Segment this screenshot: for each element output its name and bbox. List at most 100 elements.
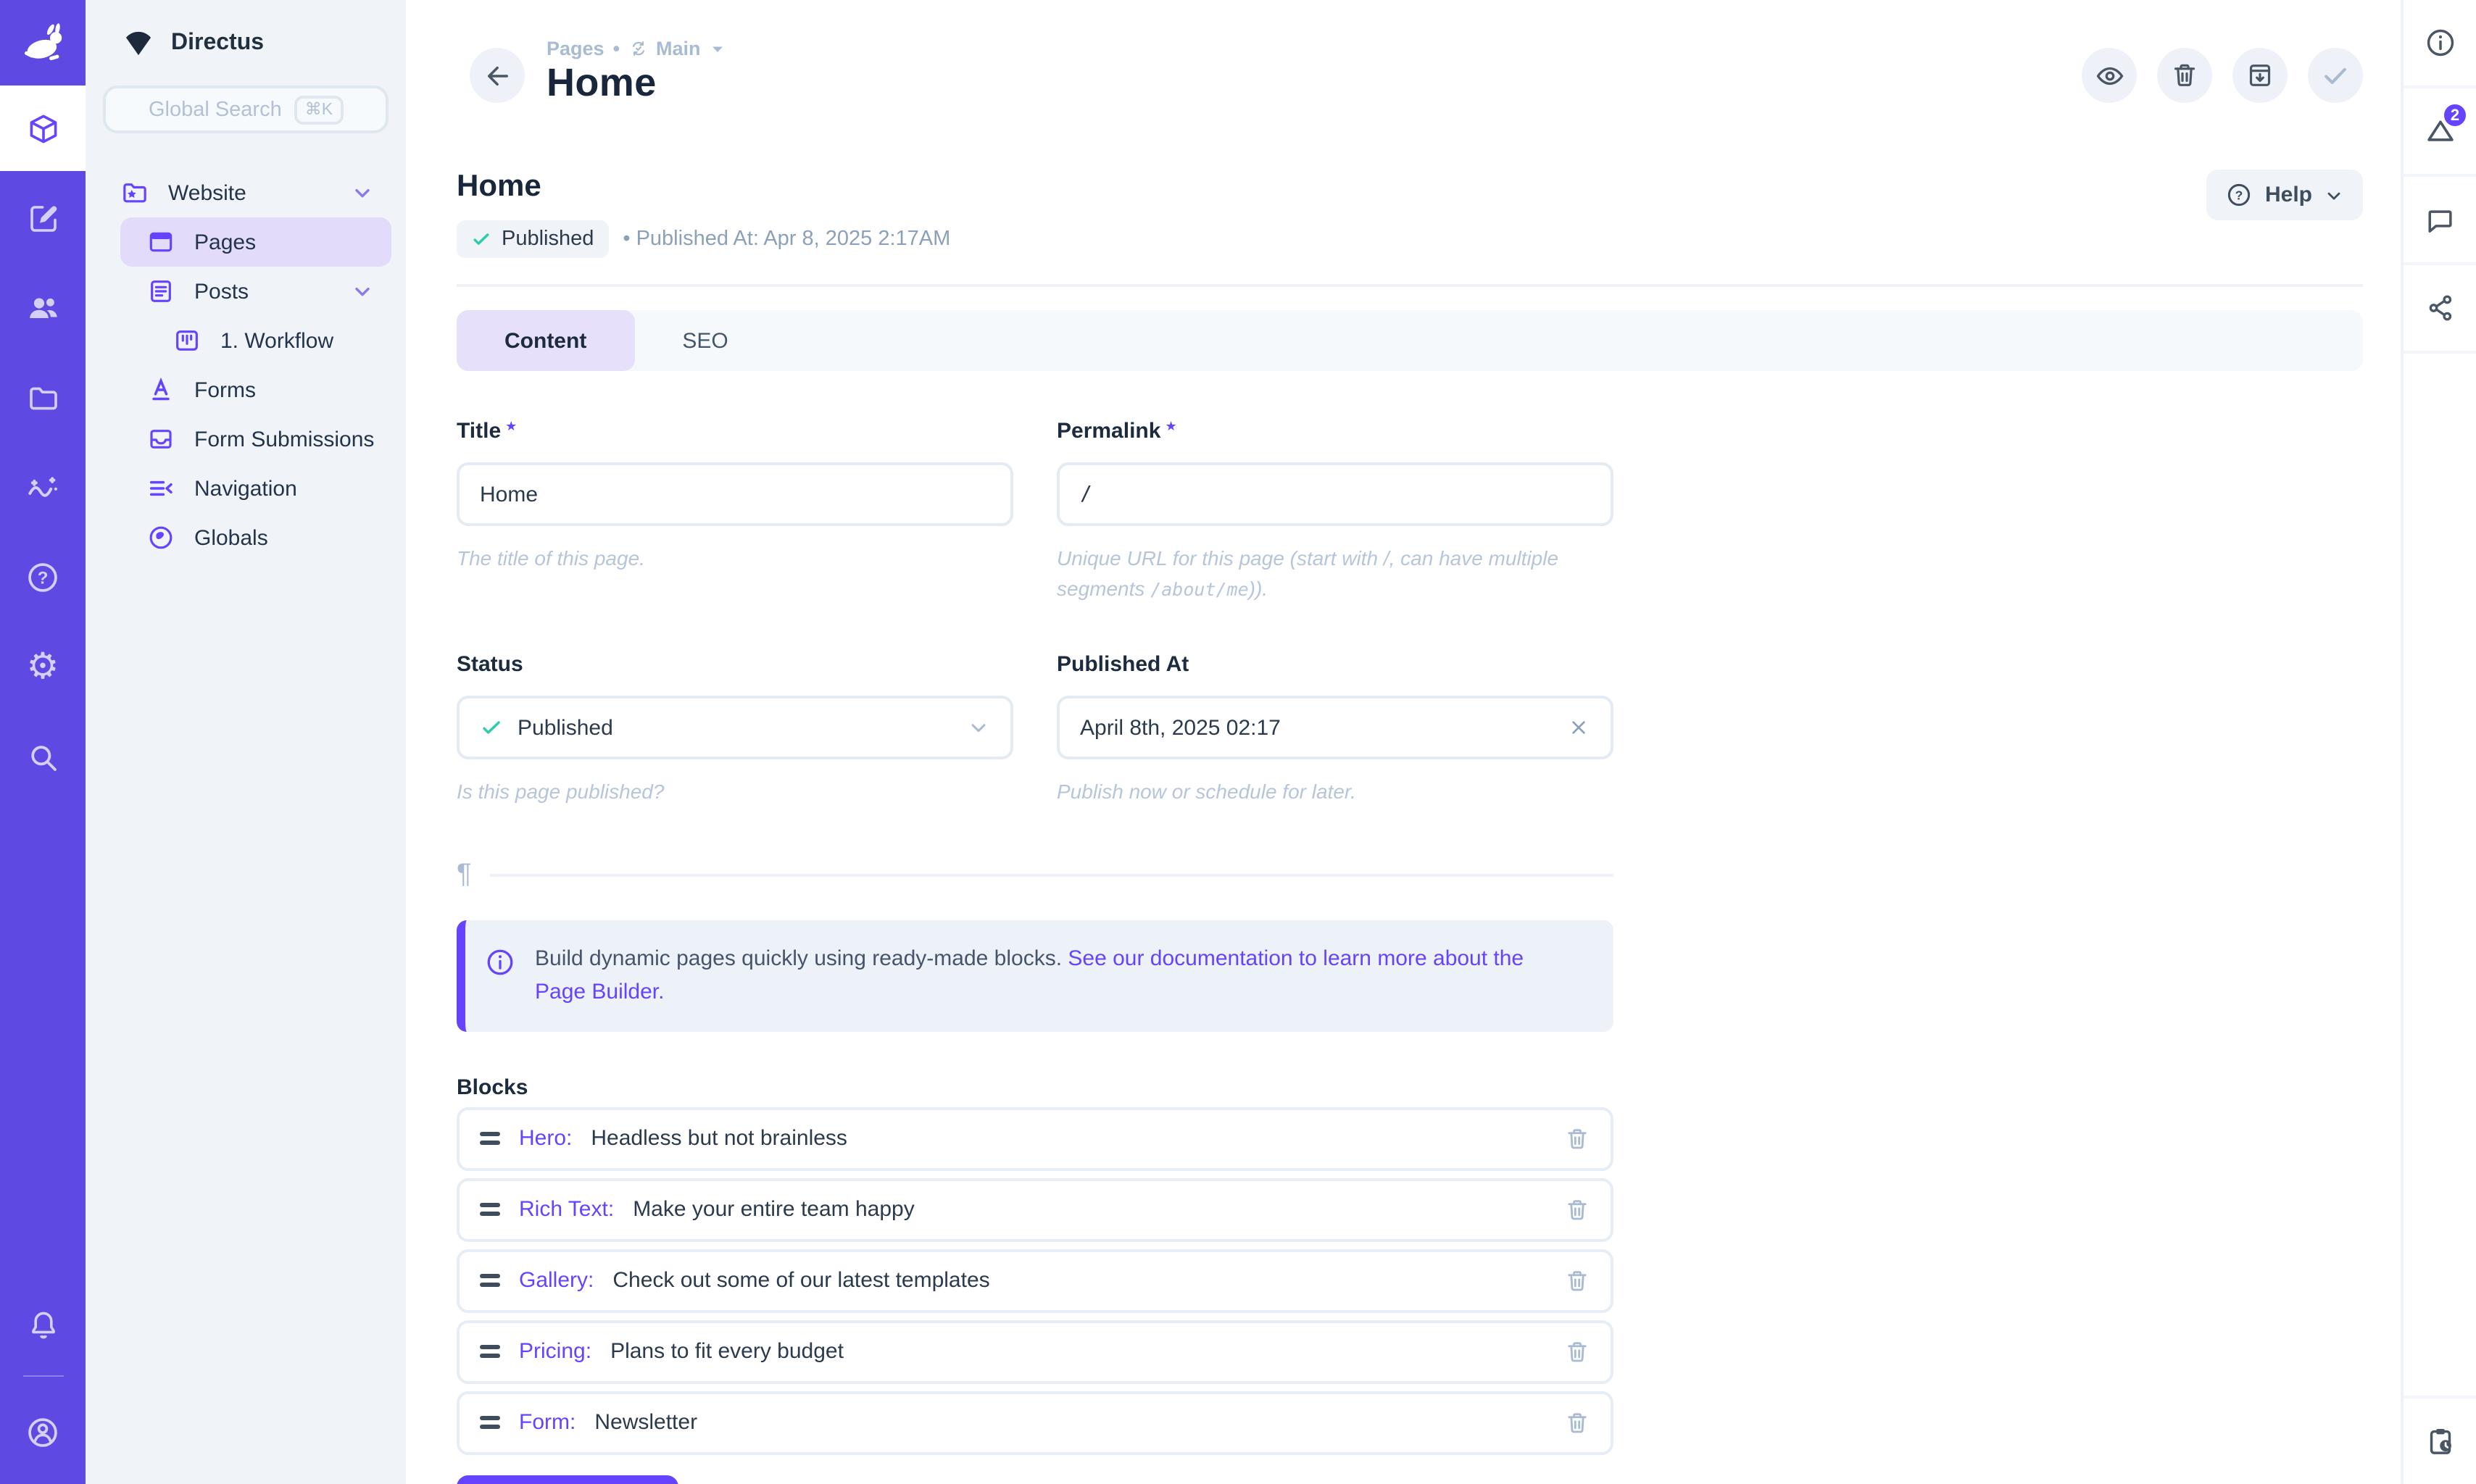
nav-item-navigation[interactable]: Navigation	[120, 464, 391, 513]
block-type: Pricing:	[519, 1339, 591, 1364]
block-row-pricing[interactable]: Pricing: Plans to fit every budget	[457, 1320, 1613, 1383]
nav-item-forms[interactable]: Forms	[120, 365, 391, 414]
comments-panel-toggle[interactable]	[2404, 177, 2476, 265]
chevron-down-icon	[967, 716, 990, 739]
block-row-gallery[interactable]: Gallery: Check out some of our latest te…	[457, 1249, 1613, 1312]
nav-item-label: Forms	[194, 378, 256, 402]
nav-item-form-submissions[interactable]: Form Submissions	[120, 414, 391, 464]
archive-button[interactable]	[2232, 48, 2288, 103]
delete-button[interactable]	[2157, 48, 2212, 103]
add-existing-button[interactable]: Add Existing	[457, 1475, 678, 1484]
nav-item-website[interactable]: Website	[120, 168, 391, 217]
version-sync-icon	[628, 39, 647, 58]
module-content[interactable]	[0, 86, 86, 171]
module-editor[interactable]	[0, 175, 86, 261]
nav-item-globals[interactable]: Globals	[120, 513, 391, 562]
posts-doc-icon	[146, 277, 175, 306]
comment-icon	[2424, 204, 2456, 235]
page-title: Home	[547, 61, 727, 106]
block-type: Gallery:	[519, 1268, 594, 1293]
back-button[interactable]	[470, 48, 525, 103]
module-search[interactable]	[0, 714, 86, 800]
module-files[interactable]	[0, 355, 86, 441]
nav-item-label: Form Submissions	[194, 427, 374, 451]
tab-content[interactable]: Content	[457, 310, 634, 371]
project-name: Directus	[171, 30, 264, 56]
check-icon	[480, 716, 503, 739]
permalink-input[interactable]	[1080, 483, 1590, 506]
block-type: Rich Text:	[519, 1197, 614, 1222]
published-meta: • Published At: Apr 8, 2025 2:17AM	[623, 228, 950, 251]
nav-item-workflow[interactable]: 1. Workflow	[120, 316, 391, 365]
module-insights[interactable]	[0, 445, 86, 530]
eye-icon	[2094, 60, 2124, 91]
field-permalink-note: Unique URL for this page (start with /, …	[1057, 543, 1613, 604]
nav-item-pages[interactable]: Pages	[120, 217, 391, 267]
trash-icon[interactable]	[1564, 1196, 1590, 1222]
breadcrumb[interactable]: Pages Main	[547, 38, 727, 59]
pages-window-icon	[146, 228, 175, 257]
field-published-at: Published At April 8th, 2025 02:17 Publi…	[1057, 652, 1613, 807]
field-permalink: Permalink Unique URL for this page (star…	[1057, 419, 1613, 604]
chevron-down-icon[interactable]	[351, 280, 374, 303]
trash-icon[interactable]	[1564, 1409, 1590, 1435]
notice-text: Build dynamic pages quickly using ready-…	[535, 942, 1579, 1009]
module-bar: ? ⚙	[0, 0, 86, 1484]
help-button[interactable]: ? Help	[2207, 170, 2363, 220]
header-divider	[457, 284, 2363, 287]
trash-icon	[2170, 61, 2199, 90]
directus-rabbit-logo[interactable]	[0, 0, 86, 86]
nav-item-label: Globals	[194, 525, 268, 550]
insights-icon	[25, 470, 61, 506]
detail-title: Home	[457, 170, 950, 204]
drag-handle-icon[interactable]	[480, 1274, 500, 1286]
block-row-hero[interactable]: Hero: Headless but not brainless	[457, 1106, 1613, 1170]
save-button[interactable]	[2308, 48, 2363, 103]
pilcrow-icon[interactable]	[457, 859, 471, 891]
folder-icon	[25, 380, 60, 415]
nav-item-label: Navigation	[194, 476, 297, 501]
drag-handle-icon[interactable]	[480, 1132, 500, 1144]
shares-panel-toggle[interactable]	[2404, 265, 2476, 354]
info-panel-toggle[interactable]	[2404, 0, 2476, 88]
field-status: Status Published Is this page published?	[457, 652, 1013, 807]
revisions-panel-toggle[interactable]: 2	[2404, 88, 2476, 177]
check-icon	[471, 229, 491, 249]
share-icon	[2425, 293, 2455, 323]
tab-seo[interactable]: SEO	[634, 310, 776, 371]
trash-icon[interactable]	[1564, 1125, 1590, 1151]
status-select[interactable]: Published	[457, 696, 1013, 759]
title-input[interactable]	[480, 482, 990, 507]
block-row-rich-text[interactable]: Rich Text: Make your entire team happy	[457, 1177, 1613, 1241]
block-row-form[interactable]: Form: Newsletter	[457, 1391, 1613, 1454]
trash-icon[interactable]	[1564, 1267, 1590, 1293]
field-status-label: Status	[457, 652, 1013, 677]
user-menu[interactable]	[0, 1390, 86, 1475]
module-docs[interactable]: ?	[0, 535, 86, 620]
chevron-down-icon[interactable]	[351, 181, 374, 204]
breadcrumb-collection[interactable]: Pages	[547, 38, 605, 59]
close-x-icon[interactable]	[1567, 716, 1590, 739]
drag-handle-icon[interactable]	[480, 1345, 500, 1357]
nav-item-posts[interactable]: Posts	[120, 267, 391, 316]
nav-item-label: Website	[168, 180, 246, 205]
module-users[interactable]	[0, 265, 86, 351]
module-settings[interactable]: ⚙	[0, 625, 86, 710]
nav-item-label: Posts	[194, 279, 249, 304]
bell-icon	[25, 1306, 60, 1341]
help-circle-icon: ?	[25, 559, 61, 596]
tab-bar: Content SEO	[457, 310, 2363, 371]
search-icon	[25, 740, 60, 775]
global-search-input[interactable]: Global Search ⌘K	[103, 86, 389, 133]
breadcrumb-version[interactable]: Main	[656, 38, 701, 59]
published-at-input[interactable]: April 8th, 2025 02:17	[1057, 696, 1613, 759]
trash-icon[interactable]	[1564, 1338, 1590, 1364]
preview-button[interactable]	[2082, 48, 2137, 103]
notifications-bell[interactable]	[0, 1281, 86, 1367]
notifications-badge: 2	[2441, 101, 2469, 129]
drag-handle-icon[interactable]	[480, 1203, 500, 1215]
project-header[interactable]: Directus	[86, 0, 406, 61]
drag-handle-icon[interactable]	[480, 1416, 500, 1428]
activity-log-toggle[interactable]	[2404, 1396, 2476, 1484]
svg-text:?: ?	[2236, 188, 2244, 202]
